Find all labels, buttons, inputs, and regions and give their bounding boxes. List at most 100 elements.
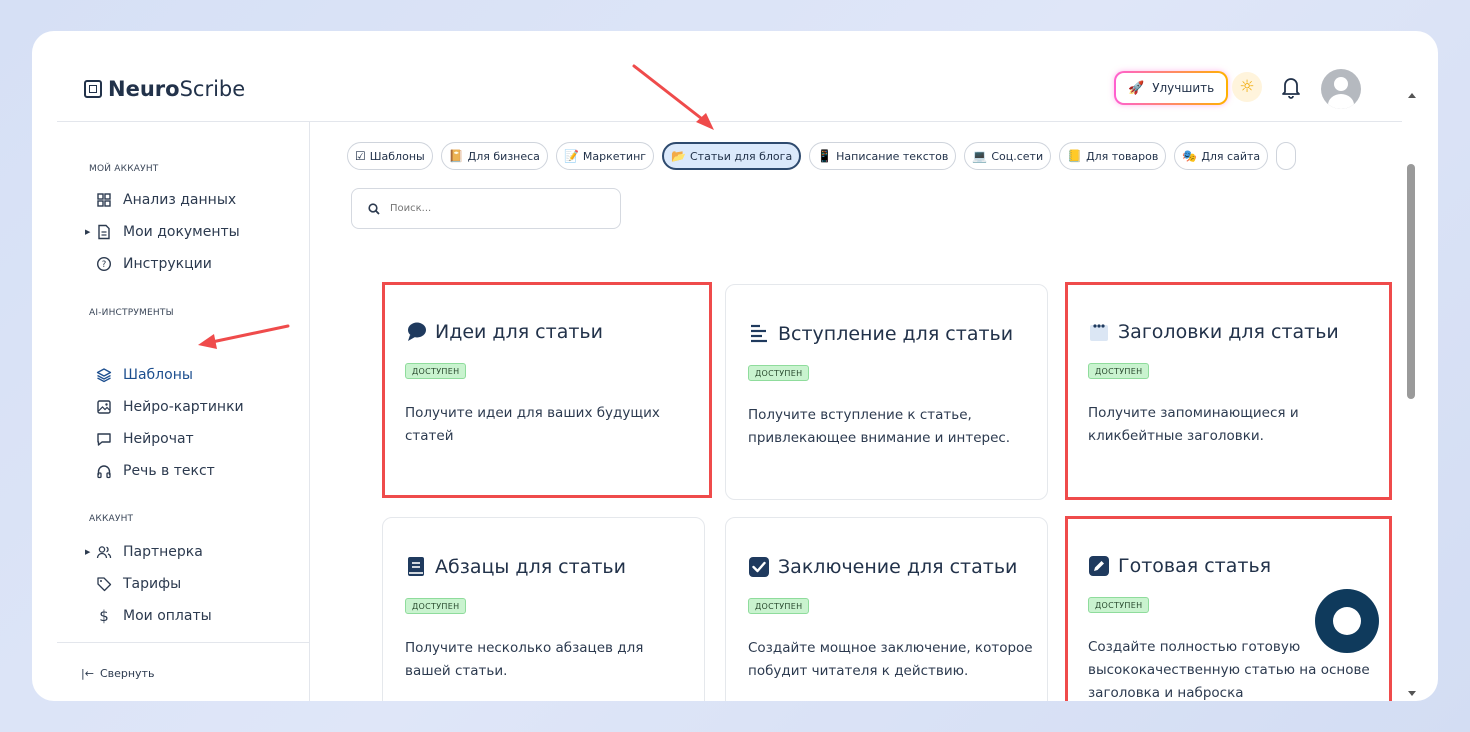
notebook-icon	[405, 556, 427, 578]
section-ai-tools: AI-ИНСТРУМЕНТЫ	[89, 308, 174, 318]
brand-logo[interactable]: NeuroScribe	[84, 77, 245, 101]
search-input[interactable]	[390, 203, 590, 214]
chip-more[interactable]	[1276, 142, 1297, 170]
chip-writing[interactable]: 📱 Написание текстов	[809, 142, 957, 170]
bell-icon[interactable]	[1280, 75, 1302, 99]
theme-toggle-sun-icon[interactable]: ☼	[1232, 72, 1262, 102]
svg-text:?: ?	[102, 260, 107, 270]
collapse-sidebar-button[interactable]: |← Свернуть	[81, 667, 154, 680]
card-article-paragraphs[interactable]: Абзацы для статьи ДОСТУПЕН Получите неск…	[382, 517, 705, 701]
chip-templates[interactable]: ☑ Шаблоны	[347, 142, 433, 170]
text-lines-icon	[748, 323, 770, 345]
headphones-icon	[97, 465, 111, 479]
card-title: Вступление для статьи	[778, 323, 1014, 345]
card-title-row: Заключение для статьи	[748, 556, 1017, 578]
phone-icon: 📱	[817, 149, 833, 163]
chat-widget-button[interactable]	[1315, 589, 1379, 653]
status-badge: ДОСТУПЕН	[405, 598, 467, 614]
sidebar-divider	[57, 642, 310, 643]
laptop-icon: 💻	[972, 149, 988, 163]
chip-label: Статьи для блога	[690, 149, 793, 163]
top-header: NeuroScribe 🚀 Улучшить ☼	[32, 31, 1402, 121]
chip-products[interactable]: 📒 Для товаров	[1059, 142, 1167, 170]
card-title-row: Идеи для статьи	[405, 321, 603, 343]
card-title-row: Готовая статья	[1088, 555, 1271, 577]
sidebar-label-templates: Шаблоны	[123, 367, 193, 383]
brand-light: Scribe	[179, 77, 246, 101]
chip-social[interactable]: 💻 Соц.сети	[964, 142, 1052, 170]
collapse-arrow-icon: |←	[81, 667, 94, 680]
layers-icon	[96, 368, 112, 383]
sidebar-label-instructions: Инструкции	[123, 256, 212, 272]
card-description: Создайте мощное заключение, которое побу…	[748, 640, 1033, 679]
scrollbar-thumb[interactable]	[1407, 164, 1415, 399]
card-description: Получите вступление к статье, привлекающ…	[748, 407, 1011, 446]
chip-blog-articles[interactable]: 📂 Статьи для блога	[662, 142, 802, 170]
card-title: Готовая статья	[1118, 555, 1272, 577]
memo-icon: 📝	[563, 149, 579, 163]
card-description: Получите запоминающиеся и кликбейтные за…	[1088, 405, 1299, 444]
user-avatar[interactable]	[1321, 69, 1361, 109]
caret-right-icon: ▶	[85, 548, 91, 556]
chip-business[interactable]: 📔 Для бизнеса	[440, 142, 548, 170]
chip-site[interactable]: 🎭 Для сайта	[1174, 142, 1269, 170]
rocket-icon: 🚀	[1128, 80, 1145, 96]
sidebar-label-speech-to-text: Речь в текст	[123, 463, 215, 479]
logo-icon	[84, 80, 102, 98]
grid-icon	[97, 193, 111, 207]
status-badge: ДОСТУПЕН	[1088, 363, 1150, 379]
card-title-row: Заголовки для статьи	[1088, 321, 1339, 343]
card-description: Получите несколько абзацев для вашей ста…	[405, 640, 644, 679]
sidebar-label-tariffs: Тарифы	[123, 576, 182, 592]
sidebar-label-payments: Мои оплаты	[123, 608, 212, 624]
search-icon	[368, 202, 380, 215]
section-my-account: МОЙ АККАУНТ	[89, 164, 159, 174]
sidebar-label-analysis: Анализ данных	[123, 192, 237, 208]
card-title: Заголовки для статьи	[1118, 321, 1339, 343]
sidebar-label-neurochat: Нейрочат	[123, 431, 194, 447]
card-description: Получите идеи для ваших будущих статей	[405, 405, 660, 444]
section-account: АККАУНТ	[89, 514, 134, 524]
upgrade-label: Улучшить	[1152, 81, 1215, 95]
upgrade-button[interactable]: 🚀 Улучшить	[1114, 71, 1228, 105]
card-article-ideas[interactable]: Идеи для статьи ДОСТУПЕН Получите идеи д…	[382, 282, 712, 498]
ledger-icon: 📒	[1067, 149, 1083, 163]
document-icon	[98, 224, 110, 240]
card-title-row: Абзацы для статьи	[405, 556, 626, 578]
sidebar-label-documents: Мои документы	[123, 224, 240, 240]
chip-label: Для сайта	[1201, 149, 1261, 163]
card-title: Идеи для статьи	[435, 321, 603, 343]
speech-bubble-icon	[405, 321, 427, 343]
status-badge: ДОСТУПЕН	[405, 363, 467, 379]
collapse-label: Свернуть	[99, 667, 155, 680]
card-title: Заключение для статьи	[778, 556, 1018, 578]
checkbox-icon: ☑	[355, 149, 366, 163]
help-circle-icon: ?	[96, 256, 112, 272]
tag-icon	[97, 577, 112, 592]
caret-right-icon: ▶	[85, 228, 91, 236]
scroll-up-arrow[interactable]	[1408, 93, 1416, 98]
image-icon	[97, 400, 111, 414]
chip-label: Для бизнеса	[467, 149, 540, 163]
card-title-row: Вступление для статьи	[748, 323, 1013, 345]
chip-label: Шаблоны	[369, 149, 425, 163]
chip-marketing[interactable]: 📝 Маркетинг	[555, 142, 655, 170]
main-content: ☑ Шаблоны 📔 Для бизнеса 📝 Маркетинг 📂 Статьи…	[311, 122, 1401, 701]
checkbox-icon	[748, 556, 770, 578]
users-icon	[96, 546, 112, 559]
scroll-down-arrow[interactable]	[1408, 691, 1416, 696]
chip-label: Для товаров	[1086, 149, 1159, 163]
blog-folder-icon: 📂	[671, 149, 686, 163]
mask-icon: 🎭	[1182, 149, 1198, 163]
chip-label: Написание текстов	[836, 149, 949, 163]
search-box[interactable]	[351, 188, 621, 229]
card-title: Абзацы для статьи	[435, 556, 626, 578]
category-chips: ☑ Шаблоны 📔 Для бизнеса 📝 Маркетинг 📂 Статьи…	[347, 142, 1297, 170]
brand-bold: Neuro	[108, 77, 180, 101]
chip-label: Маркетинг	[582, 149, 647, 163]
card-article-intro[interactable]: Вступление для статьи ДОСТУПЕН Получите …	[725, 284, 1048, 500]
card-article-conclusion[interactable]: Заключение для статьи ДОСТУПЕН Создайте …	[725, 517, 1048, 701]
card-article-headlines[interactable]: Заголовки для статьи ДОСТУПЕН Получите з…	[1065, 282, 1392, 500]
chip-label: Соц.сети	[991, 149, 1044, 163]
notebook-icon: 📔	[448, 149, 464, 163]
